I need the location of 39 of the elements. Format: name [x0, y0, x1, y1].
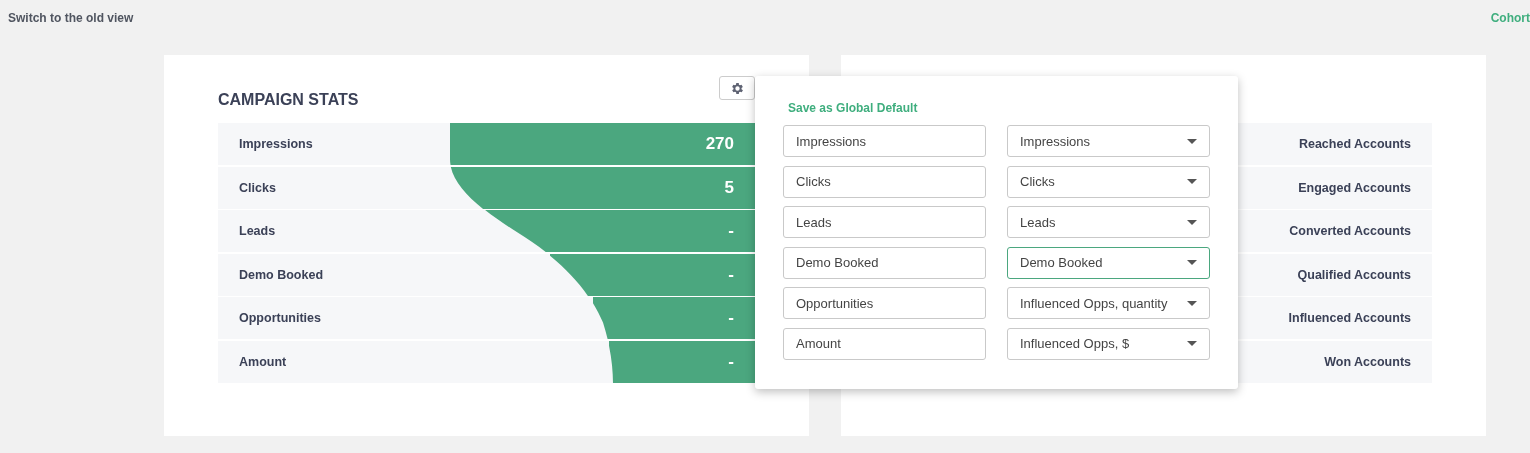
name-field[interactable]: Amount — [783, 327, 986, 360]
account-label: Influenced Accounts — [1288, 311, 1411, 326]
stat-label: Demo Booked — [239, 267, 324, 282]
metric-dropdown[interactable]: Impressions — [1007, 125, 1210, 157]
account-label: Won Accounts — [1324, 354, 1411, 369]
metric-dropdown[interactable]: Clicks — [1007, 165, 1210, 198]
stat-label: Leads — [239, 224, 276, 239]
caret-icon — [1187, 219, 1197, 225]
account-label: Converted Accounts — [1289, 224, 1411, 239]
stat-value: - — [728, 351, 734, 372]
name-field[interactable]: Clicks — [783, 165, 986, 198]
name-field[interactable]: Leads — [783, 206, 986, 238]
stat-label: Clicks — [239, 180, 276, 195]
caret-icon — [1187, 260, 1197, 265]
stat-label: Impressions — [239, 137, 313, 151]
stat-value: 5 — [724, 177, 734, 198]
account-label: Reached Accounts — [1298, 137, 1411, 151]
caret-icon — [1187, 179, 1197, 184]
metric-dropdown[interactable]: Leads — [1007, 206, 1210, 238]
name-field[interactable]: Opportunities — [783, 287, 986, 319]
stat-value: - — [728, 221, 734, 242]
metric-dropdown[interactable]: Demo Booked — [1007, 246, 1210, 279]
card-title: CAMPAIGN STATS — [218, 91, 359, 109]
settings-button[interactable] — [719, 76, 755, 100]
account-label: Engaged Accounts — [1298, 180, 1411, 195]
name-field[interactable]: Impressions — [783, 125, 986, 157]
metric-dropdown[interactable]: Influenced Opps, $ — [1007, 327, 1210, 360]
caret-icon — [1187, 300, 1197, 306]
caret-icon — [1187, 138, 1197, 144]
metric-dropdown[interactable]: Influenced Opps, quantity — [1007, 287, 1210, 319]
account-label: Qualified Accounts — [1297, 267, 1411, 282]
settings-icon — [729, 80, 745, 96]
name-field[interactable]: Demo Booked — [783, 246, 986, 279]
stat-value: - — [728, 308, 734, 329]
switch-view-link[interactable]: Switch to the old view — [8, 11, 134, 25]
stat-value: - — [728, 264, 734, 285]
stat-label: Opportunities — [239, 311, 321, 326]
stat-label: Amount — [239, 354, 287, 369]
stat-value: 270 — [705, 134, 734, 154]
